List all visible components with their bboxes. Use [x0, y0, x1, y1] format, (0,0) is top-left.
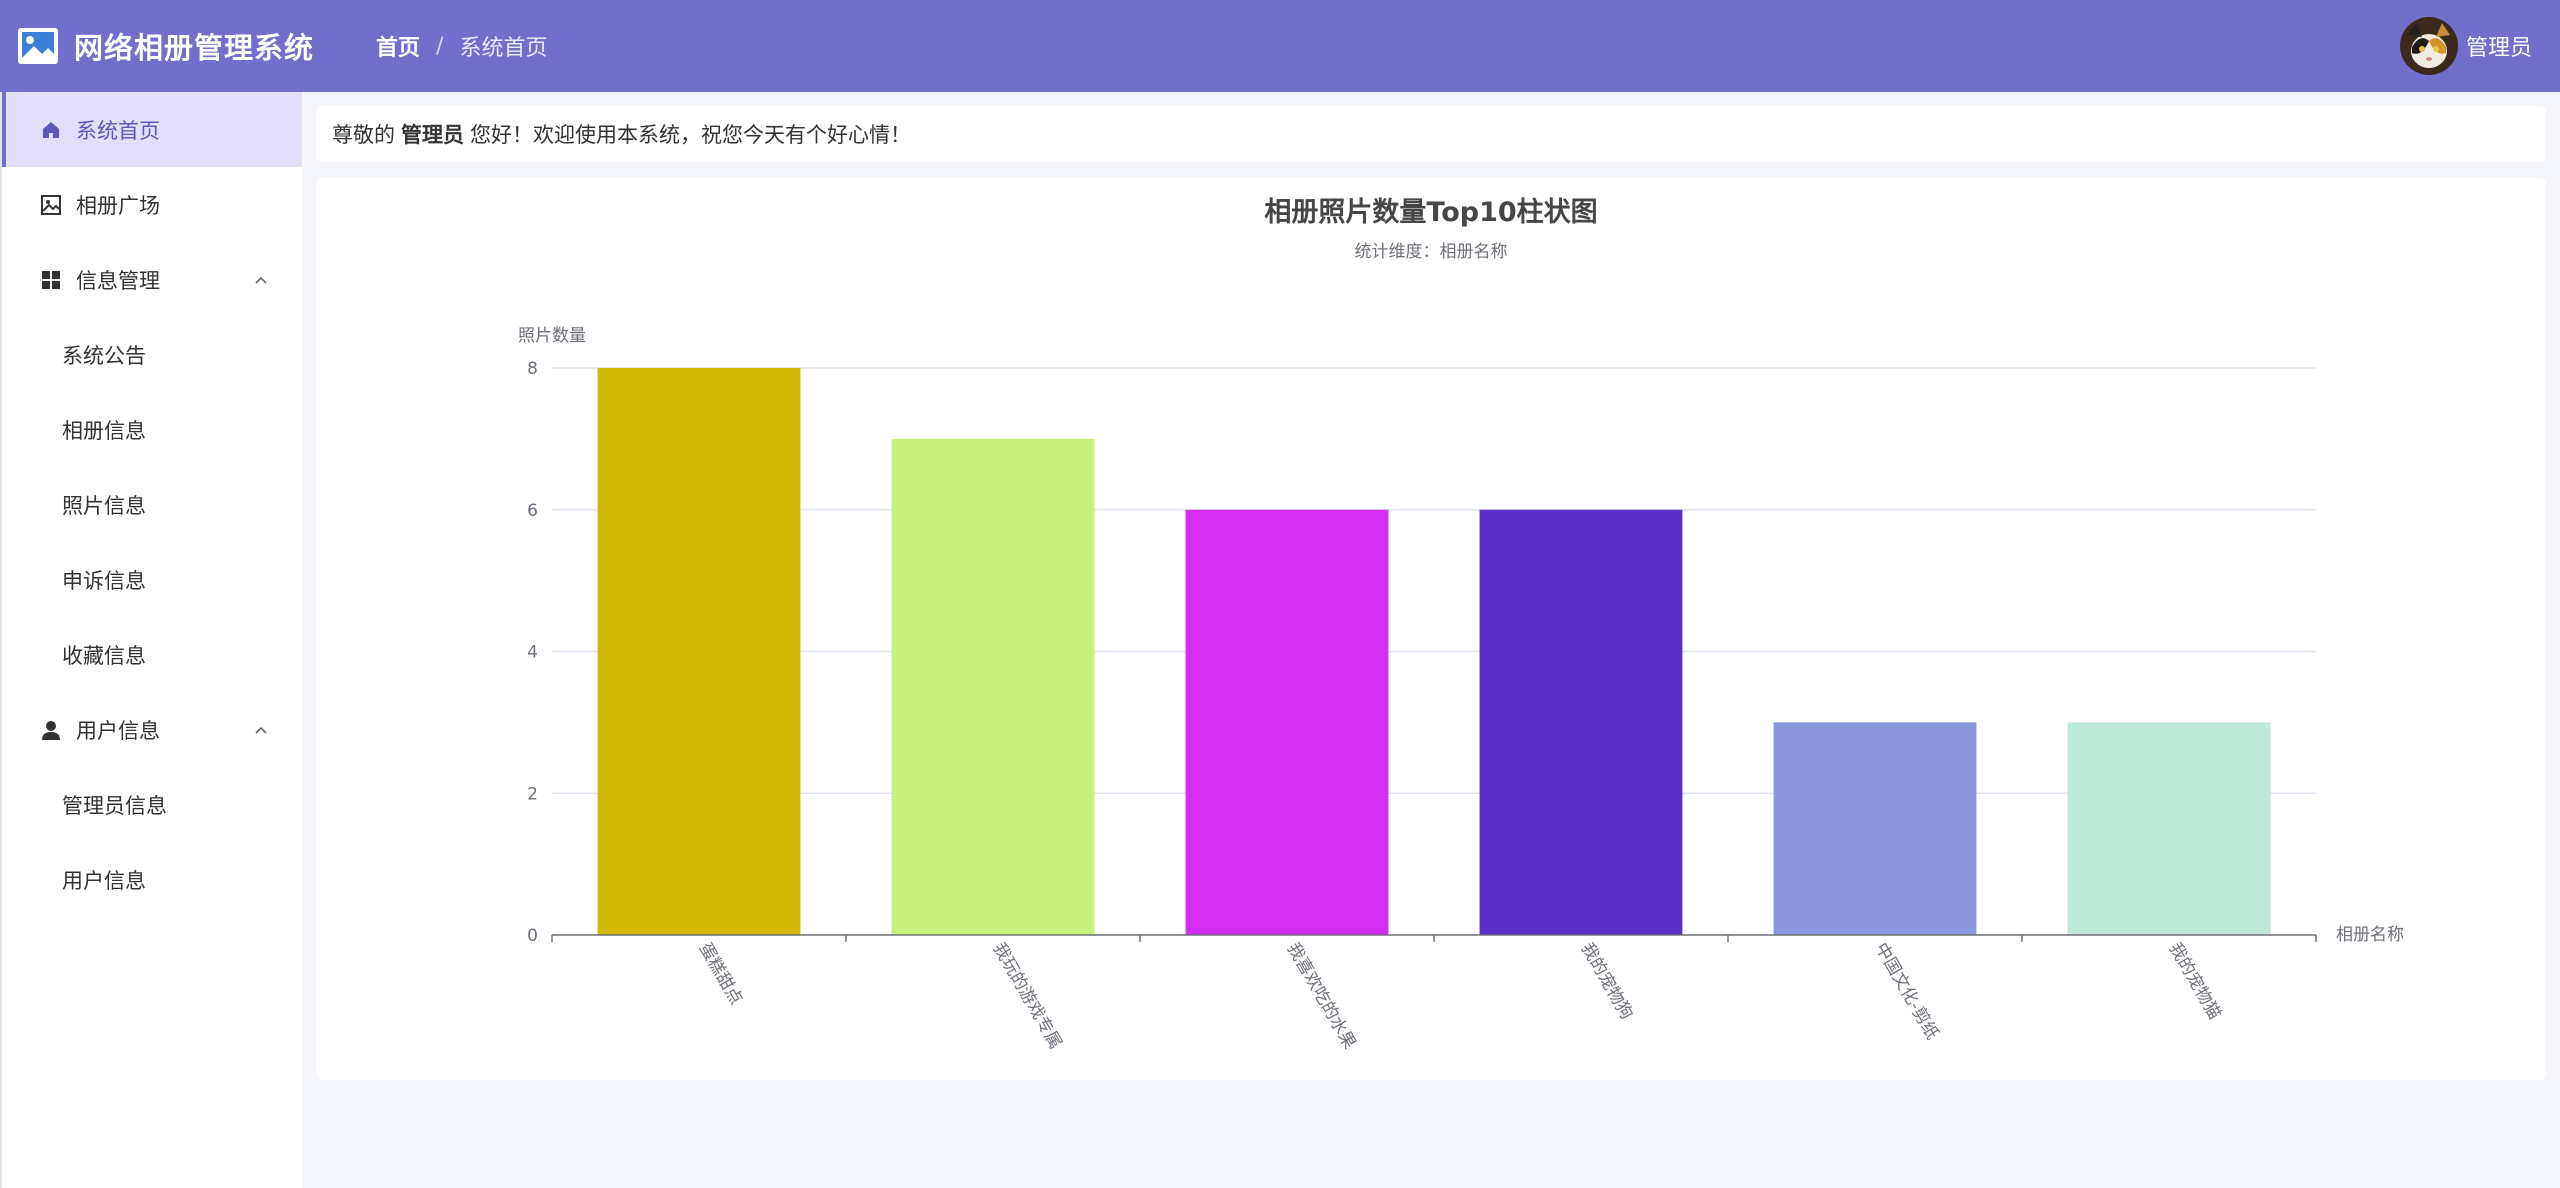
x-tick-label: 我玩的游戏专属: [989, 940, 1066, 1053]
x-tick-label: 我的宠物狗: [1577, 940, 1637, 1024]
sidebar: 系统首页 相册广场 信息管理 系统公告 相册信息 照片信息 申诉信息 收藏信息 …: [0, 92, 302, 1188]
welcome-prefix: 尊敬的: [332, 123, 395, 147]
chevron-up-icon[interactable]: [252, 270, 270, 288]
x-tick-label: 中国文化-剪纸: [1871, 940, 1942, 1044]
grid-icon: [40, 269, 62, 291]
bar-chart: 相册照片数量Top10柱状图统计维度：相册名称照片数量 0 2 4 6 8 蛋糕甜点 我玩的游…: [518, 197, 2404, 1053]
photo-album-icon: [16, 24, 60, 68]
bar-3: [1185, 509, 1389, 935]
app-title: 网络相册管理系统: [74, 31, 315, 65]
x-tick-label: 蛋糕甜点: [695, 940, 746, 1009]
welcome-role: 管理员: [401, 123, 464, 147]
x-axis-label: 相册名称: [2336, 925, 2404, 945]
app-logo[interactable]: 网络相册管理系统: [16, 24, 360, 68]
sidebar-item-home[interactable]: 系统首页: [2, 92, 302, 167]
sidebar-item-user-info[interactable]: 用户信息: [2, 692, 302, 767]
sidebar-item-label: 用户信息: [76, 718, 160, 743]
chart-subtitle: 统计维度：相册名称: [1355, 242, 1508, 262]
y-tick-label: 8: [527, 359, 538, 379]
sidebar-item-album-info[interactable]: 相册信息: [2, 392, 302, 467]
sidebar-item-notice[interactable]: 系统公告: [2, 317, 302, 392]
welcome-suffix: 您好！欢迎使用本系统，祝您今天有个好心情！: [470, 123, 911, 147]
avatar[interactable]: [2399, 17, 2458, 75]
chart-card: 相册照片数量Top10柱状图统计维度：相册名称照片数量 0 2 4 6 8 蛋糕甜点 我玩的游…: [316, 178, 2546, 1080]
sidebar-item-label: 系统首页: [76, 118, 160, 143]
y-tick-label: 2: [527, 784, 538, 804]
sidebar-item-album-square[interactable]: 相册广场: [2, 167, 302, 242]
y-axis-label: 照片数量: [518, 326, 586, 346]
home-icon: [40, 119, 62, 141]
sidebar-item-label: 相册广场: [76, 193, 160, 218]
x-tick-label: 我喜欢吃的水果: [1283, 940, 1360, 1053]
top-header: 网络相册管理系统 首页 / 系统首页 管理员: [0, 0, 2560, 92]
bar-1: [597, 368, 801, 935]
breadcrumb-separator: /: [436, 33, 444, 59]
y-tick-label: 4: [527, 643, 538, 663]
chevron-up-icon[interactable]: [252, 720, 270, 738]
chart-title: 相册照片数量Top10柱状图: [1264, 197, 1597, 228]
y-tick-label: 6: [527, 501, 538, 521]
breadcrumb: 首页 / 系统首页: [376, 30, 547, 62]
y-tick-label: 0: [527, 926, 538, 946]
sidebar-item-photo-info[interactable]: 照片信息: [2, 467, 302, 542]
bar-4: [1479, 509, 1683, 935]
sidebar-item-user-list[interactable]: 用户信息: [2, 842, 302, 917]
picture-icon: [40, 194, 62, 216]
x-tick-label: 我的宠物猫: [2165, 940, 2225, 1024]
user-icon: [40, 719, 62, 741]
user-name[interactable]: 管理员: [2466, 30, 2532, 62]
breadcrumb-current: 系统首页: [459, 36, 548, 61]
sidebar-item-favorite-info[interactable]: 收藏信息: [2, 617, 302, 692]
sidebar-item-admin-info[interactable]: 管理员信息: [2, 767, 302, 842]
welcome-banner: 尊敬的 管理员 您好！欢迎使用本系统，祝您今天有个好心情！: [316, 106, 2546, 162]
breadcrumb-home[interactable]: 首页: [376, 30, 420, 62]
sidebar-item-appeal-info[interactable]: 申诉信息: [2, 542, 302, 617]
bar-6: [2067, 722, 2271, 935]
sidebar-item-label: 信息管理: [76, 268, 160, 293]
bar-5: [1773, 722, 1977, 935]
sidebar-item-info-management[interactable]: 信息管理: [2, 242, 302, 317]
bar-2: [891, 438, 1095, 935]
user-menu[interactable]: 管理员: [2399, 0, 2532, 92]
